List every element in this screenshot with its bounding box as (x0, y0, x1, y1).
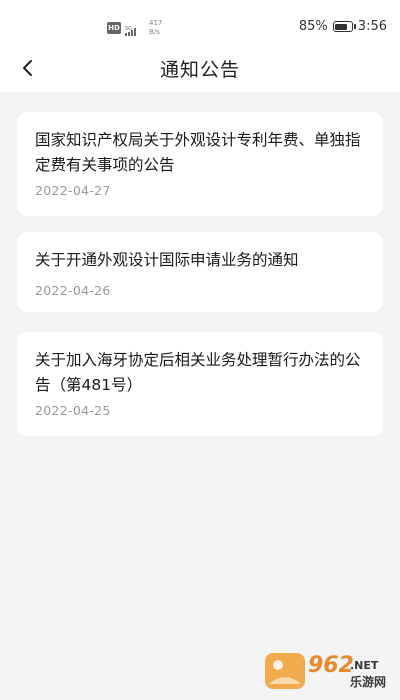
notice-card[interactable]: 国家知识产权局关于外观设计专利年费、单独指定费有关事项的公告 2022-04-2… (17, 112, 383, 216)
battery-percent: 85% (298, 19, 328, 34)
signal-icon: 5G (125, 22, 143, 36)
notice-card[interactable]: 关于开通外观设计国际申请业务的通知 2022-04-26 (17, 232, 383, 312)
page: HD 5G 417 B/s 85% 3:56 通知公告 国家知识产权局关于外观设… (0, 0, 400, 700)
watermark-number: 962 (308, 653, 354, 678)
notice-date: 2022-04-26 (35, 283, 111, 298)
watermark-logo: 962 .NET 乐游网 (264, 648, 392, 692)
notice-title: 国家知识产权局关于外观设计专利年费、单独指定费有关事项的公告 (35, 131, 361, 174)
watermark-name: 乐游网 (350, 674, 386, 689)
page-title: 通知公告 (159, 59, 240, 81)
battery-fill (335, 23, 348, 30)
header: HD 5G 417 B/s 85% 3:56 通知公告 (0, 0, 400, 92)
network-speed: 417 B/s (149, 19, 162, 37)
watermark-suffix: .NET (350, 659, 379, 672)
network-speed-unit: B/s (149, 28, 160, 36)
notice-date: 2022-04-25 (35, 403, 111, 418)
status-right: 85% 3:56 (299, 19, 387, 34)
notice-date: 2022-04-27 (35, 183, 111, 198)
notice-card[interactable]: 关于加入海牙协定后相关业务处理暂行办法的公告（第481号） 2022-04-25 (17, 332, 383, 436)
status-time: 3:56 (357, 19, 387, 34)
network-speed-value: 417 (149, 19, 163, 27)
notice-title: 关于加入海牙协定后相关业务处理暂行办法的公告（第481号） (35, 351, 361, 394)
status-bar: HD 5G 417 B/s 85% 3:56 (0, 0, 400, 40)
hd-badge: HD (107, 22, 121, 34)
nav-bar: 通知公告 (0, 44, 400, 92)
battery-icon (332, 21, 356, 32)
status-indicators: HD 5G 417 B/s (107, 17, 162, 39)
notice-title: 关于开通外观设计国际申请业务的通知 (35, 251, 299, 269)
